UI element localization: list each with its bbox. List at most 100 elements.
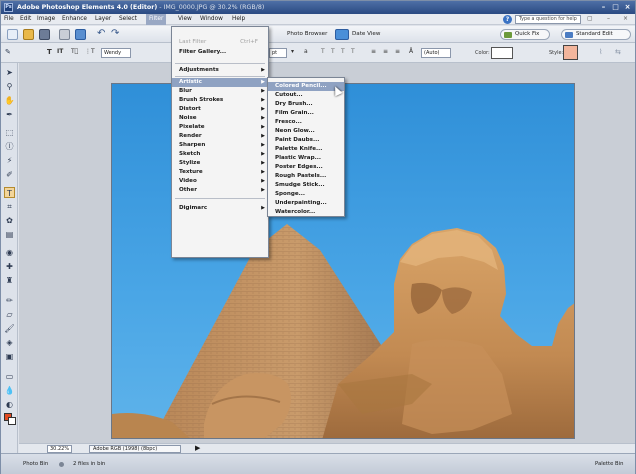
move-tool-icon[interactable]: ➤ [4, 67, 15, 78]
bold-icon[interactable]: T [321, 48, 325, 55]
standard-edit-button[interactable]: Standard Edit [561, 29, 631, 40]
selection-brush-tool-icon[interactable]: ✐ [4, 169, 15, 180]
quick-fix-button[interactable]: Quick Fix [500, 29, 550, 40]
menu-rough-pastels[interactable]: Rough Pastels... [268, 172, 344, 181]
menu-distort[interactable]: Distort ▶ [172, 105, 268, 114]
menu-select[interactable]: Select [119, 16, 137, 22]
menu-file[interactable]: File [4, 16, 14, 22]
menu-noise[interactable]: Noise ▶ [172, 114, 268, 123]
doc-restore-icon[interactable]: ▢ [587, 15, 593, 22]
color-swatches[interactable] [4, 413, 16, 425]
vertical-type-icon[interactable]: IT [57, 48, 63, 55]
menu-enhance[interactable]: Enhance [62, 16, 87, 22]
menu-underpainting[interactable]: Underpainting... [268, 199, 344, 208]
blur-tool-icon[interactable]: 💧 [4, 385, 15, 396]
photo-bin-label[interactable]: Photo Bin [23, 461, 48, 467]
font-family-select[interactable]: Wendy [101, 48, 131, 58]
menu-brush-strokes[interactable]: Brush Strokes ▶ [172, 96, 268, 105]
maximize-button[interactable]: □ [611, 3, 620, 12]
date-view-button[interactable]: Date View [352, 31, 380, 37]
eyedropper-tool-icon[interactable]: ✒ [4, 109, 15, 120]
menu-fresco[interactable]: Fresco... [268, 118, 344, 127]
style-preset-swatch[interactable] [563, 45, 578, 60]
menu-layer[interactable]: Layer [95, 16, 111, 22]
menu-sketch[interactable]: Sketch ▶ [172, 150, 268, 159]
healing-brush-tool-icon[interactable]: ✚ [4, 261, 15, 272]
photo-browser-button[interactable]: Photo Browser [287, 31, 327, 37]
menu-window[interactable]: Window [200, 16, 223, 22]
minimize-button[interactable]: – [599, 3, 608, 12]
menu-neon-glow[interactable]: Neon Glow... [268, 127, 344, 136]
menu-render[interactable]: Render ▶ [172, 132, 268, 141]
menu-digimarc[interactable]: Digimarc ▶ [172, 204, 268, 213]
undo-icon[interactable]: ↶ [97, 29, 108, 40]
brush-tool-icon[interactable]: 🖌 [4, 323, 15, 334]
shape-tool-icon[interactable]: ▭ [4, 371, 15, 382]
text-color-swatch[interactable] [491, 47, 513, 59]
type-tool-preset-icon[interactable]: ✎ [5, 48, 11, 56]
crop-tool-icon[interactable]: ⌗ [4, 201, 15, 212]
print-icon[interactable] [59, 29, 70, 40]
menu-sponge[interactable]: Sponge... [268, 190, 344, 199]
sponge-tool-icon[interactable]: ◐ [4, 399, 15, 410]
underline-icon[interactable]: T [341, 48, 345, 55]
menu-poster-edges[interactable]: Poster Edges... [268, 163, 344, 172]
orientation-icon[interactable]: ⇆ [615, 48, 621, 56]
menu-adjustments[interactable]: Adjustments ▶ [172, 66, 268, 75]
clone-stamp-tool-icon[interactable]: ♜ [4, 275, 15, 286]
warp-text-icon[interactable]: ⌇ [599, 48, 602, 56]
open-folder-icon[interactable] [23, 29, 34, 40]
redo-icon[interactable]: ↷ [111, 29, 122, 40]
help-search-input[interactable]: Type a question for help [515, 15, 581, 24]
leading-select[interactable]: (Auto) [421, 48, 451, 58]
menu-smudge-stick[interactable]: Smudge Stick... [268, 181, 344, 190]
eraser-tool-icon[interactable]: ▱ [4, 309, 15, 320]
align-center-icon[interactable]: ≡ [383, 48, 388, 55]
menu-blur[interactable]: Blur ▶ [172, 87, 268, 96]
zoom-tool-icon[interactable]: ⚲ [4, 81, 15, 92]
doc-minimize-icon[interactable]: – [607, 15, 610, 22]
menu-filter[interactable]: Filter [146, 14, 167, 25]
align-left-icon[interactable]: ≡ [371, 48, 376, 55]
vertical-type-mask-icon[interactable]: ⋮T [85, 48, 95, 55]
type-tool-icon[interactable]: T [4, 187, 15, 198]
gradient-tool-icon[interactable]: ▣ [4, 351, 15, 362]
hand-tool-icon[interactable]: ✋ [4, 95, 15, 106]
menu-view[interactable]: View [178, 16, 192, 22]
font-size-dropdown-icon[interactable]: ▾ [291, 48, 294, 55]
close-button[interactable]: × [623, 3, 632, 12]
date-view-icon[interactable] [335, 29, 349, 40]
menu-video[interactable]: Video ▶ [172, 177, 268, 186]
marquee-tool-icon[interactable]: ⬚ [4, 127, 15, 138]
menu-other[interactable]: Other ▶ [172, 186, 268, 195]
menu-pixelate[interactable]: Pixelate ▶ [172, 123, 268, 132]
type-mask-icon[interactable]: T⃞ [71, 48, 78, 55]
horizontal-type-icon[interactable]: T [47, 48, 52, 56]
menu-watercolor[interactable]: Watercolor... [268, 208, 344, 217]
status-menu-arrow-icon[interactable]: ▶ [195, 444, 200, 452]
italic-icon[interactable]: T [331, 48, 335, 55]
menu-dry-brush[interactable]: Dry Brush... [268, 100, 344, 109]
red-eye-tool-icon[interactable]: ◉ [4, 247, 15, 258]
menu-stylize[interactable]: Stylize ▶ [172, 159, 268, 168]
menu-palette-knife[interactable]: Palette Knife... [268, 145, 344, 154]
cookie-cutter-tool-icon[interactable]: ✿ [4, 215, 15, 226]
new-file-icon[interactable] [7, 29, 18, 40]
menu-image[interactable]: Image [37, 16, 55, 22]
magic-wand-tool-icon[interactable]: ⚡ [4, 155, 15, 166]
menu-artistic[interactable]: Artistic ▶ [172, 78, 268, 87]
menu-filter-gallery[interactable]: Filter Gallery... [172, 48, 268, 57]
paint-bucket-tool-icon[interactable]: ◈ [4, 337, 15, 348]
font-size-select[interactable]: pt [269, 48, 287, 58]
pencil-tool-icon[interactable]: ✏ [4, 295, 15, 306]
zoom-level[interactable]: 30.22% [47, 445, 73, 453]
help-icon[interactable]: ? [503, 15, 512, 24]
menu-paint-daubs[interactable]: Paint Daubs... [268, 136, 344, 145]
align-right-icon[interactable]: ≡ [395, 48, 400, 55]
background-color-swatch[interactable] [8, 417, 16, 425]
doc-close-icon[interactable]: × [623, 15, 628, 22]
lasso-tool-icon[interactable]: ⓛ [4, 141, 15, 152]
menu-plastic-wrap[interactable]: Plastic Wrap... [268, 154, 344, 163]
menu-texture[interactable]: Texture ▶ [172, 168, 268, 177]
save-icon[interactable] [39, 29, 50, 40]
